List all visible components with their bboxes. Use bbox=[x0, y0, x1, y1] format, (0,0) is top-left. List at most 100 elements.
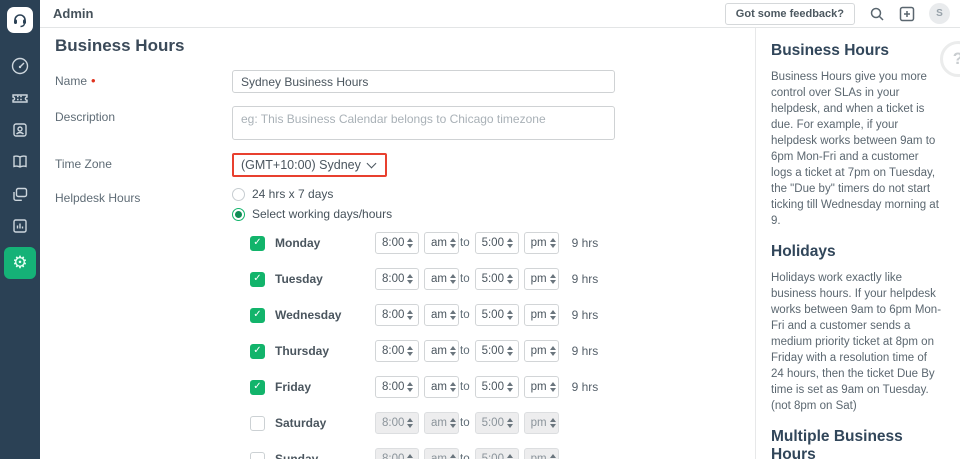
stepper-icon bbox=[550, 310, 556, 320]
end-time-select[interactable]: 5:00 bbox=[475, 232, 519, 254]
to-label: to bbox=[460, 453, 470, 459]
to-label: to bbox=[460, 237, 470, 249]
start-meridiem-select[interactable]: am bbox=[424, 304, 459, 326]
start-meridiem-select[interactable]: am bbox=[424, 268, 459, 290]
gauge-icon bbox=[10, 56, 30, 76]
start-meridiem-select[interactable]: am bbox=[424, 412, 459, 434]
checkmark-icon: ✓ bbox=[253, 238, 261, 248]
stepper-icon bbox=[507, 238, 513, 248]
checkmark-icon: ✓ bbox=[253, 346, 261, 356]
day-checkbox[interactable]: ✓ bbox=[250, 236, 265, 251]
duration-label: 9 hrs bbox=[572, 344, 599, 358]
end-time-select[interactable]: 5:00 bbox=[475, 268, 519, 290]
day-row: ✓ Friday 8:00 am to 5:00 pm 9 hrs bbox=[250, 376, 598, 398]
start-meridiem-select[interactable]: am bbox=[424, 448, 459, 459]
day-checkbox[interactable]: ✓ bbox=[250, 452, 265, 459]
end-meridiem-select[interactable]: pm bbox=[524, 412, 559, 434]
to-label: to bbox=[460, 309, 470, 321]
to-label: to bbox=[460, 381, 470, 393]
end-time-select[interactable]: 5:00 bbox=[475, 376, 519, 398]
start-meridiem-select[interactable]: am bbox=[424, 376, 459, 398]
day-checkbox[interactable]: ✓ bbox=[250, 344, 265, 359]
quick-add-button[interactable] bbox=[899, 6, 915, 22]
stepper-icon bbox=[550, 418, 556, 428]
day-checkbox[interactable]: ✓ bbox=[250, 380, 265, 395]
sidebar-item-reports[interactable] bbox=[4, 211, 36, 241]
sidebar-item-forums[interactable] bbox=[4, 179, 36, 209]
duration-label: 9 hrs bbox=[572, 380, 599, 394]
stepper-icon bbox=[407, 454, 413, 459]
name-input[interactable] bbox=[232, 70, 615, 93]
end-meridiem-select[interactable]: pm bbox=[524, 268, 559, 290]
book-icon bbox=[10, 152, 30, 172]
day-row: ✓ Tuesday 8:00 am to 5:00 pm 9 hrs bbox=[250, 268, 598, 290]
radio-option-24x7[interactable]: 24 hrs x 7 days bbox=[232, 187, 598, 201]
start-time-select[interactable]: 8:00 bbox=[375, 448, 419, 459]
start-time-select[interactable]: 8:00 bbox=[375, 304, 419, 326]
sidebar-item-contacts[interactable] bbox=[4, 115, 36, 145]
chevron-down-icon bbox=[366, 158, 376, 168]
start-time-select[interactable]: 8:00 bbox=[375, 412, 419, 434]
avatar[interactable]: S bbox=[929, 3, 950, 24]
duration-label: 9 hrs bbox=[572, 272, 599, 286]
start-time-select[interactable]: 8:00 bbox=[375, 340, 419, 362]
working-days-list: ✓ Monday 8:00 am to 5:00 pm 9 hrs ✓ Tues… bbox=[232, 232, 598, 459]
helpdesk-hours-row: Helpdesk Hours 24 hrs x 7 days Select wo… bbox=[55, 187, 755, 459]
stepper-icon bbox=[450, 238, 456, 248]
end-time-select[interactable]: 5:00 bbox=[475, 448, 519, 459]
end-meridiem-select[interactable]: pm bbox=[524, 340, 559, 362]
end-time-select[interactable]: 5:00 bbox=[475, 340, 519, 362]
help-section-multiple-business-hours: Multiple Business Hours You can also cre… bbox=[771, 428, 942, 459]
day-label: Tuesday bbox=[275, 272, 375, 286]
day-checkbox[interactable]: ✓ bbox=[250, 416, 265, 431]
start-meridiem-select[interactable]: am bbox=[424, 232, 459, 254]
day-row: ✓ Thursday 8:00 am to 5:00 pm 9 hrs bbox=[250, 340, 598, 362]
end-time-select[interactable]: 5:00 bbox=[475, 304, 519, 326]
sidebar-item-dashboard[interactable] bbox=[4, 51, 36, 81]
sidebar-item-tickets[interactable] bbox=[4, 83, 36, 113]
end-meridiem-select[interactable]: pm bbox=[524, 304, 559, 326]
stepper-icon bbox=[507, 418, 513, 428]
end-meridiem-select[interactable]: pm bbox=[524, 448, 559, 459]
checkmark-icon: ✓ bbox=[253, 310, 261, 320]
to-label: to bbox=[460, 417, 470, 429]
bar-chart-icon bbox=[10, 216, 30, 236]
help-section-business-hours: Business Hours Business Hours give you m… bbox=[771, 42, 942, 229]
help-question-icon[interactable]: ? bbox=[940, 41, 960, 77]
sidebar-item-solutions[interactable] bbox=[4, 147, 36, 177]
radio-option-working-days[interactable]: Select working days/hours bbox=[232, 207, 598, 221]
description-row: Description bbox=[55, 106, 755, 140]
duration-label: 9 hrs bbox=[572, 308, 599, 322]
end-time-select[interactable]: 5:00 bbox=[475, 412, 519, 434]
radio-selected-icon bbox=[232, 208, 245, 221]
helpdesk-hours-label: Helpdesk Hours bbox=[55, 187, 232, 459]
top-bar: Admin Got some feedback? S bbox=[40, 0, 960, 28]
start-time-select[interactable]: 8:00 bbox=[375, 232, 419, 254]
business-hours-form: Business Hours Name• Description Time Zo… bbox=[40, 28, 755, 459]
sidebar-item-admin[interactable]: ⚙ bbox=[4, 247, 36, 279]
stepper-icon bbox=[507, 382, 513, 392]
description-input[interactable] bbox=[232, 106, 615, 140]
day-row: ✓ Sunday 8:00 am to 5:00 pm bbox=[250, 448, 598, 459]
help-body: Holidays work exactly like business hour… bbox=[771, 270, 942, 414]
day-checkbox[interactable]: ✓ bbox=[250, 308, 265, 323]
end-meridiem-select[interactable]: pm bbox=[524, 376, 559, 398]
to-label: to bbox=[460, 345, 470, 357]
start-time-select[interactable]: 8:00 bbox=[375, 376, 419, 398]
stepper-icon bbox=[407, 346, 413, 356]
end-meridiem-select[interactable]: pm bbox=[524, 232, 559, 254]
stepper-icon bbox=[450, 346, 456, 356]
freshdesk-logo[interactable] bbox=[7, 7, 33, 33]
stepper-icon bbox=[407, 310, 413, 320]
search-button[interactable] bbox=[869, 6, 885, 22]
start-time-select[interactable]: 8:00 bbox=[375, 268, 419, 290]
stepper-icon bbox=[407, 274, 413, 284]
day-checkbox[interactable]: ✓ bbox=[250, 272, 265, 287]
timezone-select[interactable]: (GMT+10:00) Sydney bbox=[241, 158, 375, 172]
help-panel: ? Business Hours Business Hours give you… bbox=[755, 28, 960, 459]
search-icon bbox=[869, 6, 885, 22]
feedback-button[interactable]: Got some feedback? bbox=[725, 3, 855, 25]
stepper-icon bbox=[450, 382, 456, 392]
help-body: Business Hours give you more control ove… bbox=[771, 69, 942, 229]
start-meridiem-select[interactable]: am bbox=[424, 340, 459, 362]
